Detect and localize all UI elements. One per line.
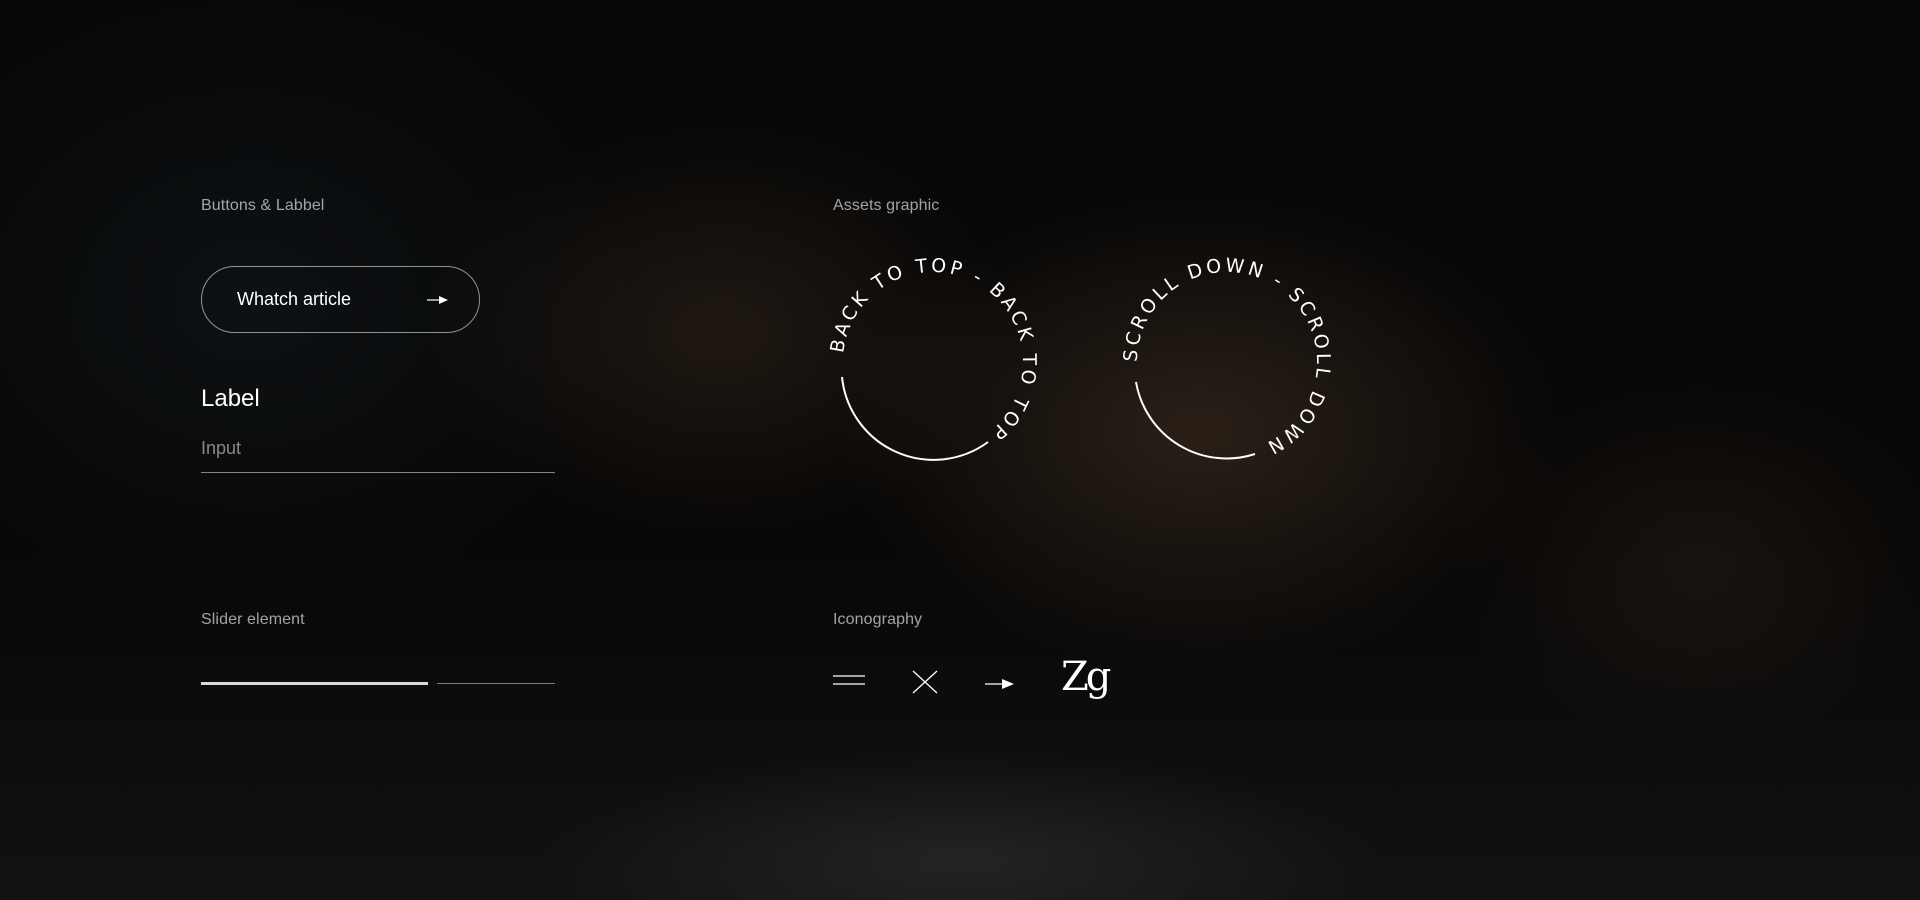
watch-article-button-label: Whatch article [237,289,352,309]
section-title-assets: Assets graphic [833,197,940,214]
scroll-down-badge[interactable]: SCROLL DOWN - SCROLL DOWN [1117,252,1337,472]
field-label: Label [201,385,260,412]
section-title-buttons: Buttons & Labbel [201,197,325,214]
slider-progress-fill [201,682,428,685]
scroll-down-arc [1135,381,1256,460]
close-icon[interactable] [912,670,938,699]
menu-icon[interactable] [833,674,865,693]
text-input[interactable] [201,435,555,473]
scroll-down-ring-text: SCROLL DOWN - SCROLL DOWN [1120,254,1334,459]
arrow-right-icon[interactable] [985,677,1015,696]
slider-remaining-track [436,683,555,684]
watch-article-button[interactable]: Whatch article [201,266,480,333]
back-to-top-arc [841,376,989,461]
slider-track[interactable] [201,682,555,686]
section-title-slider: Slider element [201,611,305,628]
back-to-top-badge[interactable]: BACK TO TOP - BACK TO TOP [823,252,1043,472]
arrow-right-icon [427,293,449,307]
section-title-iconography: Iconography [833,611,923,628]
back-to-top-ring-text: BACK TO TOP - BACK TO TOP [826,255,1040,446]
logo-mark: Zg [1061,654,1111,700]
